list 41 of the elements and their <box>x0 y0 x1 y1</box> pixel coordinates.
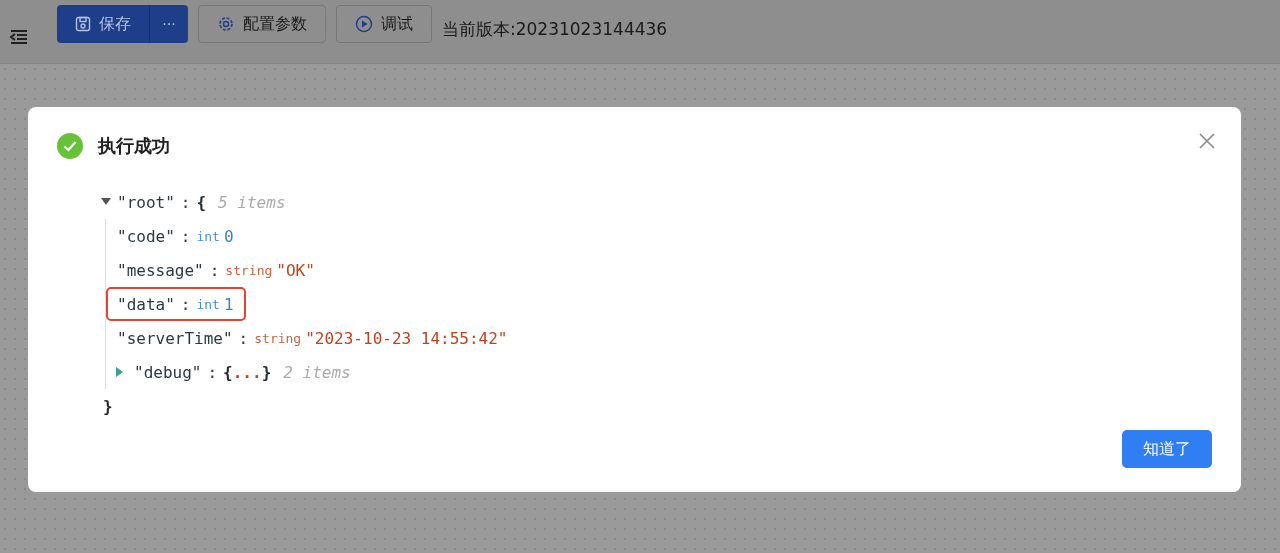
json-brace: } <box>103 396 113 416</box>
type-label: int <box>196 296 220 312</box>
settings-icon <box>217 15 235 33</box>
sidebar-toggle-icon[interactable] <box>10 29 28 45</box>
json-key: "serverTime" <box>117 328 233 348</box>
json-colon: : <box>207 362 218 382</box>
more-button[interactable]: ··· <box>150 5 188 43</box>
json-colon: : <box>180 192 191 212</box>
collapsed-ellipsis[interactable]: ... <box>232 362 262 382</box>
play-icon <box>355 15 373 33</box>
expand-caret-icon[interactable] <box>116 367 124 377</box>
item-count: 2 items <box>283 362 351 382</box>
json-colon: : <box>238 328 249 348</box>
json-value: "2023-10-23 14:55:42" <box>305 328 508 348</box>
json-value: 0 <box>223 226 234 246</box>
json-value: 1 <box>223 294 234 314</box>
json-colon: : <box>180 294 191 314</box>
json-key: "code" <box>117 226 175 246</box>
json-colon: : <box>180 226 191 246</box>
expand-caret-icon[interactable] <box>101 198 111 206</box>
close-icon[interactable] <box>1199 133 1215 149</box>
version-label: 当前版本:20231023144436 <box>442 17 668 41</box>
json-value: "OK" <box>276 260 315 280</box>
item-count: 5 items <box>218 192 286 212</box>
json-key: "debug" <box>134 362 202 382</box>
config-button[interactable]: 配置参数 <box>198 5 326 43</box>
type-label: int <box>196 228 220 244</box>
json-brace: { <box>223 362 233 382</box>
success-check-icon <box>57 133 83 159</box>
ok-button[interactable]: 知道了 <box>1122 430 1212 468</box>
json-key: "root" <box>117 192 175 212</box>
json-key: "data" <box>117 294 175 314</box>
save-button[interactable]: 保存 <box>57 5 150 43</box>
json-key: "message" <box>117 260 204 280</box>
dialog-title: 执行成功 <box>98 134 170 158</box>
json-brace: { <box>196 192 207 212</box>
json-colon: : <box>209 260 220 280</box>
debug-button[interactable]: 调试 <box>336 5 432 43</box>
type-label: string <box>225 262 273 278</box>
type-label: string <box>254 330 302 346</box>
json-brace: } <box>261 362 272 382</box>
